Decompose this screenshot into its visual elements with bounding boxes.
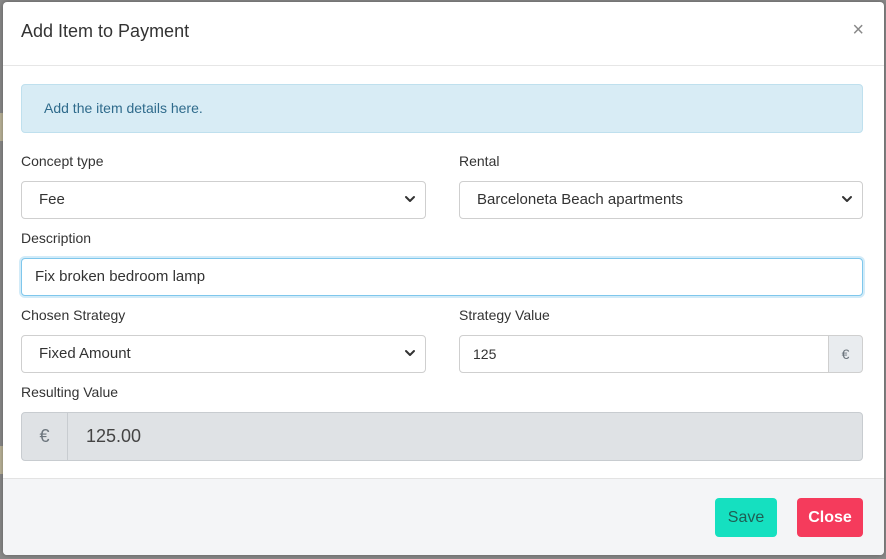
- description-input[interactable]: Fix broken bedroom lamp: [21, 258, 863, 296]
- chevron-down-icon: [405, 196, 415, 202]
- resulting-currency-addon: €: [22, 413, 68, 460]
- resulting-value-label: Resulting Value: [21, 384, 119, 400]
- concept-type-label: Concept type: [21, 153, 104, 169]
- close-icon[interactable]: ×: [852, 20, 864, 40]
- modal-footer: Save Close: [3, 478, 884, 555]
- add-item-modal: Add Item to Payment × Add the item detai…: [3, 2, 884, 555]
- strategy-value-label: Strategy Value: [459, 307, 550, 323]
- strategy-value-text: 125: [473, 346, 497, 362]
- strategy-currency-addon: €: [828, 335, 863, 373]
- save-button[interactable]: Save: [715, 498, 777, 537]
- resulting-value-text: 125.00: [86, 426, 142, 446]
- chosen-strategy-label: Chosen Strategy: [21, 307, 126, 323]
- chevron-down-icon: [405, 350, 415, 356]
- chosen-strategy-value: Fixed Amount: [39, 345, 131, 362]
- concept-type-value: Fee: [39, 191, 65, 208]
- description-label: Description: [21, 230, 92, 246]
- rental-value: Barceloneta Beach apartments: [477, 191, 683, 208]
- info-alert: Add the item details here.: [21, 84, 863, 133]
- chosen-strategy-select[interactable]: Fixed Amount: [21, 335, 426, 373]
- modal-header: Add Item to Payment ×: [3, 2, 884, 66]
- close-button[interactable]: Close: [797, 498, 863, 537]
- resulting-value-field: € 125.00: [21, 412, 863, 461]
- rental-label: Rental: [459, 153, 500, 169]
- description-value: Fix broken bedroom lamp: [35, 268, 206, 285]
- modal-title: Add Item to Payment: [21, 21, 190, 41]
- concept-type-select[interactable]: Fee: [21, 181, 426, 219]
- rental-select[interactable]: Barceloneta Beach apartments: [459, 181, 863, 219]
- chevron-down-icon: [842, 196, 852, 202]
- strategy-value-input[interactable]: 125: [459, 335, 829, 373]
